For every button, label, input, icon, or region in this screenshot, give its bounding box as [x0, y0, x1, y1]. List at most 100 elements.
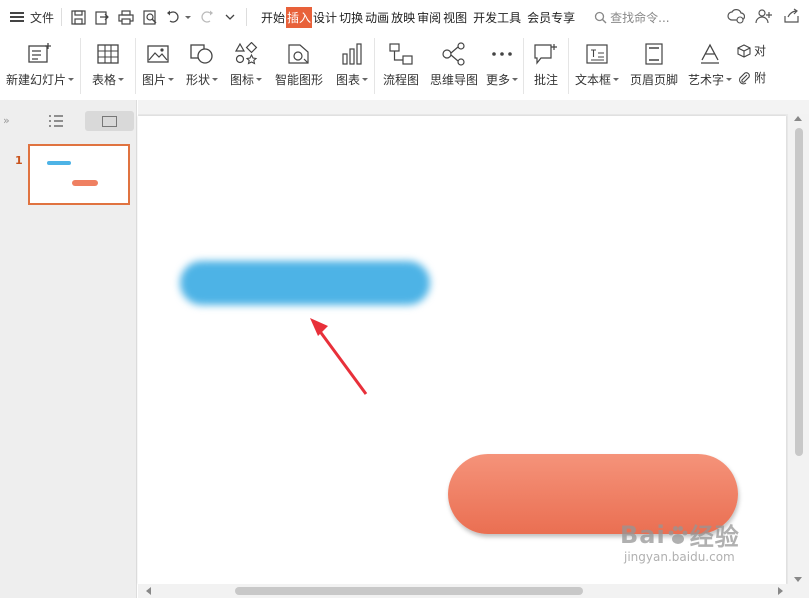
header-footer-icon [640, 40, 668, 68]
menu-bar: 文件 开始 插入 设计 切换 动画 放映 审阅 视图 开发工具 会员专享 查找命… [0, 0, 809, 34]
slides-view-button[interactable] [85, 111, 134, 131]
attachment-label: 附 [754, 71, 767, 85]
print-icon[interactable] [117, 8, 135, 26]
expand-pane-icon[interactable]: » [3, 114, 10, 127]
blurred-blue-rounded-rectangle[interactable] [180, 261, 430, 305]
annotation-arrow-icon [310, 318, 368, 395]
slide-number: 1 [15, 154, 23, 167]
ribbon-small-buttons: 对 附 [737, 34, 766, 86]
export-pdf-icon[interactable] [93, 8, 111, 26]
object-button[interactable]: 对 [737, 42, 766, 59]
wordart-button[interactable]: 艺术字 [683, 34, 737, 98]
print-preview-icon[interactable] [141, 8, 159, 26]
new-slide-label: 新建幻灯片 [5, 73, 66, 87]
vertical-scroll-thumb[interactable] [795, 128, 803, 456]
comment-button[interactable]: 批注 [524, 34, 568, 98]
scroll-right-icon[interactable] [778, 587, 783, 595]
share-icon[interactable] [783, 8, 801, 24]
more-label: 更多 [485, 73, 510, 87]
search-placeholder: 查找命令... [610, 10, 670, 25]
mindmap-button[interactable]: 思维导图 [427, 34, 481, 98]
command-search[interactable]: 查找命令... [594, 9, 670, 26]
tab-insert[interactable]: 插入 [286, 6, 313, 28]
wordart-icon [696, 40, 724, 68]
chart-button[interactable]: 图表 [330, 34, 374, 98]
tab-member[interactable]: 会员专享 [526, 7, 576, 28]
ruler [138, 100, 809, 114]
baidu-watermark: Bai 经验 jingyan.baidu.com [620, 517, 740, 565]
attachment-button[interactable]: 附 [737, 69, 766, 86]
tab-design[interactable]: 设计 [312, 7, 338, 28]
chevron-down-icon [212, 78, 218, 81]
save-icon[interactable] [69, 8, 87, 26]
shapes-icon [188, 40, 216, 68]
chevron-down-icon [168, 78, 174, 81]
search-icon [595, 11, 607, 23]
icon-button[interactable]: 图标 [224, 34, 268, 98]
paperclip-icon [739, 71, 750, 84]
vertical-scrollbar[interactable] [788, 114, 809, 584]
undo-icon[interactable] [165, 8, 183, 26]
object-label: 对 [754, 44, 767, 58]
cloud-sync-icon[interactable] [727, 8, 745, 24]
flowchart-icon [387, 40, 415, 68]
slide-view-icon [102, 115, 117, 127]
watermark-url: jingyan.baidu.com [624, 550, 735, 564]
icon-label: 图标 [229, 73, 254, 87]
textbox-button[interactable]: 文本框 [569, 34, 625, 98]
tab-review[interactable]: 审阅 [416, 7, 442, 28]
table-label: 表格 [91, 73, 116, 87]
chevron-down-icon [256, 78, 262, 81]
file-menu-label: 文件 [30, 10, 55, 25]
table-icon [94, 40, 122, 68]
ribbon-tabs: 开始 插入 设计 切换 动画 放映 审阅 视图 开发工具 会员专享 [260, 6, 576, 28]
customize-toolbar-icon[interactable] [221, 8, 239, 26]
header-footer-button[interactable]: 页眉页脚 [625, 34, 683, 98]
slide-canvas[interactable] [138, 116, 786, 584]
redo-icon[interactable] [197, 8, 215, 26]
horizontal-scrollbar[interactable] [138, 584, 809, 598]
chevron-down-icon [118, 78, 124, 81]
paw-logo-icon [668, 525, 688, 544]
window-actions [727, 8, 801, 24]
tab-view[interactable]: 视图 [442, 7, 468, 28]
mindmap-icon [440, 40, 468, 68]
horizontal-scroll-thumb[interactable] [235, 587, 583, 595]
table-button[interactable]: 表格 [81, 34, 135, 98]
scroll-down-icon[interactable] [794, 577, 802, 582]
picture-button[interactable]: 图片 [136, 34, 180, 98]
quick-access-toolbar [69, 8, 239, 26]
mindmap-label: 思维导图 [429, 73, 478, 87]
chevron-down-icon [613, 78, 619, 81]
new-slide-button[interactable]: 新建幻灯片 [0, 34, 80, 98]
scroll-left-icon[interactable] [146, 587, 151, 595]
hamburger-icon [10, 12, 24, 22]
icons-library-icon [232, 40, 260, 68]
new-slide-icon [26, 40, 54, 68]
scroll-up-icon[interactable] [794, 116, 802, 121]
tab-animation[interactable]: 动画 [364, 7, 390, 28]
divider [246, 8, 248, 26]
shape-button[interactable]: 形状 [180, 34, 224, 98]
outline-view-icon[interactable] [48, 114, 64, 128]
undo-dropdown-icon[interactable] [185, 15, 192, 19]
tab-developer[interactable]: 开发工具 [472, 7, 522, 28]
insert-ribbon: 新建幻灯片 表格 图片 形状 图标 智能图形 图表 流程图 思维导图 更多 批注… [0, 34, 809, 98]
thumbnail-orange-shape [72, 180, 98, 186]
divider [61, 8, 63, 26]
wordart-label: 艺术字 [687, 73, 724, 87]
more-dots-icon [488, 40, 516, 68]
file-menu[interactable]: 文件 [0, 0, 54, 34]
tab-home[interactable]: 开始 [260, 7, 286, 28]
picture-icon [144, 40, 172, 68]
smartart-button[interactable]: 智能图形 [268, 34, 330, 98]
more-button[interactable]: 更多 [481, 34, 523, 98]
slide-thumbnail[interactable] [28, 144, 130, 205]
chart-label: 图表 [335, 73, 360, 87]
tab-transition[interactable]: 切换 [338, 7, 364, 28]
flowchart-button[interactable]: 流程图 [375, 34, 427, 98]
add-user-icon[interactable] [755, 8, 773, 24]
header-footer-label: 页眉页脚 [629, 73, 678, 87]
object-icon [737, 43, 751, 58]
tab-slideshow[interactable]: 放映 [390, 7, 416, 28]
